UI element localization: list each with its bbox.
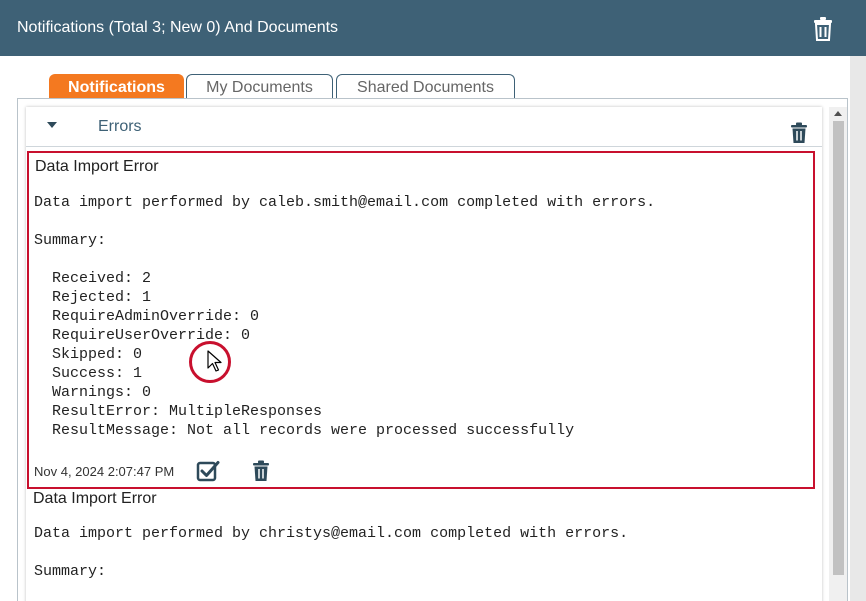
notification-title: Data Import Error — [35, 158, 159, 175]
checkbox-checked-icon[interactable] — [196, 459, 220, 483]
title-bar: Notifications (Total 3; New 0) And Docum… — [0, 0, 866, 56]
tab-notifications[interactable]: Notifications — [49, 74, 184, 98]
summary-line-result-error: ResultError: MultipleResponses — [52, 403, 323, 420]
scroll-up-arrow-icon[interactable] — [829, 107, 847, 121]
notification-message: Data import performed by christys@email.… — [34, 525, 629, 542]
tab-my-documents[interactable]: My Documents — [186, 74, 333, 98]
dialog-title: Notifications (Total 3; New 0) And Docum… — [17, 19, 339, 36]
summary-line-require-admin-override: RequireAdminOverride: 0 — [52, 308, 260, 325]
summary-line-rejected: Rejected: 1 — [52, 289, 152, 306]
summary-line-received: Received: 2 — [52, 270, 152, 287]
notifications-dialog: Notifications (Total 3; New 0) And Docum… — [0, 0, 866, 601]
tab-shared-documents[interactable]: Shared Documents — [336, 74, 515, 98]
notification-item[interactable]: Data Import Error Data import performed … — [27, 484, 815, 601]
caret-down-icon[interactable] — [47, 122, 57, 128]
summary-label: Summary: — [34, 232, 107, 249]
scrollbar[interactable] — [829, 107, 847, 601]
notification-timestamp: Nov 4, 2024 2:07:47 PM — [34, 464, 175, 479]
notification-item[interactable]: Data Import Error Data import performed … — [27, 151, 815, 489]
summary-line-require-user-override: RequireUserOverride: 0 — [52, 327, 251, 344]
mouse-pointer-icon — [207, 350, 222, 372]
notification-title: Data Import Error — [33, 490, 157, 507]
summary-line-skipped: Skipped: 0 — [52, 346, 143, 363]
window-edge — [850, 56, 866, 601]
summary-line-result-message: ResultMessage: Not all records were proc… — [52, 422, 575, 439]
trash-icon[interactable] — [250, 460, 272, 482]
notification-message: Data import performed by caleb.smith@ema… — [34, 194, 656, 211]
trash-icon[interactable] — [810, 16, 836, 42]
group-header: Errors — [26, 108, 822, 147]
summary-line-success: Success: 1 — [52, 365, 143, 382]
summary-line-warnings: Warnings: 0 — [52, 384, 152, 401]
summary-label: Summary: — [34, 563, 107, 580]
group-title[interactable]: Errors — [98, 118, 142, 136]
trash-icon[interactable] — [788, 122, 810, 144]
scrollbar-thumb[interactable] — [833, 121, 844, 575]
